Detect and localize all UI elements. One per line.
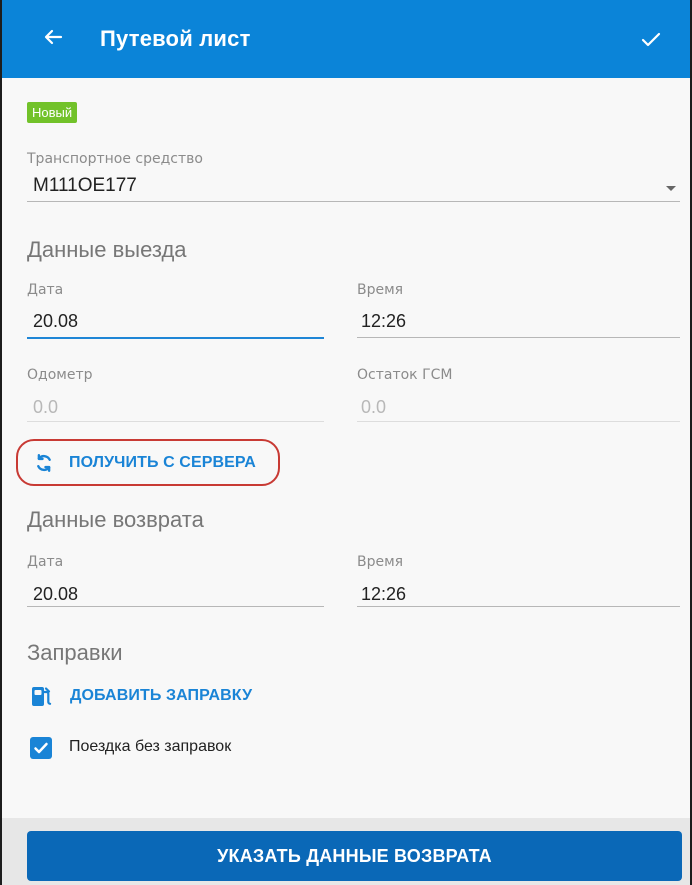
departure-date-label: Дата: [27, 282, 64, 298]
app-bar: Путевой лист: [2, 0, 690, 78]
return-date-label: Дата: [27, 554, 64, 570]
status-badge: Новый: [27, 102, 78, 123]
departure-time-label: Время: [357, 282, 404, 298]
chevron-down-icon: [666, 186, 676, 191]
vehicle-underline: [27, 201, 680, 202]
fetch-from-server-label: ПОЛУЧИТЬ С СЕРВЕРА: [69, 454, 256, 471]
departure-section-title: Данные выезда: [27, 237, 187, 262]
return-time-value: 12:26: [361, 584, 407, 604]
departure-time-value: 12:26: [361, 311, 407, 331]
vehicle-label: Транспортное средство: [27, 151, 203, 167]
specify-return-data-button[interactable]: УКАЗАТЬ ДАННЫЕ ВОЗВРАТА: [27, 831, 682, 881]
odometer-value: 0.0: [33, 397, 59, 417]
fuel-balance-label: Остаток ГСМ: [357, 367, 453, 383]
refuels-section-title: Заправки: [27, 640, 123, 665]
waybill-screen: Путевой лист Новый Транспортное средство…: [0, 0, 692, 885]
vehicle-value: М111ОЕ177: [33, 175, 137, 196]
odometer-underline: [27, 421, 324, 422]
fuel-pump-icon: [32, 687, 52, 706]
odometer-label: Одометр: [27, 367, 93, 383]
departure-date-underline: [27, 337, 324, 339]
no-refuel-label: Поездка без заправок: [69, 738, 232, 755]
return-date-value: 20.08: [33, 584, 79, 604]
save-button[interactable]: [634, 22, 668, 56]
page-title: Путевой лист: [100, 26, 251, 51]
add-refuel-button[interactable]: ДОБАВИТЬ ЗАПРАВКУ: [30, 684, 252, 708]
departure-date-value: 20.08: [33, 311, 79, 331]
back-arrow-icon: [44, 29, 63, 45]
fuel-balance-value: 0.0: [361, 397, 387, 417]
return-time-label: Время: [357, 554, 404, 570]
return-date-underline: [27, 606, 324, 607]
fuel-balance-underline: [357, 421, 680, 422]
checkbox-checked-icon: [34, 742, 48, 754]
no-refuel-checkbox[interactable]: [30, 737, 52, 759]
refresh-icon: [37, 454, 51, 472]
return-section-title: Данные возврата: [27, 507, 204, 532]
departure-time-underline: [357, 337, 680, 338]
vehicle-dropdown[interactable]: Транспортное средство М111ОЕ177: [27, 145, 680, 203]
add-refuel-label: ДОБАВИТЬ ЗАПРАВКУ: [70, 687, 253, 704]
return-time-underline: [357, 606, 680, 607]
back-button[interactable]: [36, 20, 70, 54]
fetch-from-server-button[interactable]: ПОЛУЧИТЬ С СЕРВЕРА: [33, 452, 256, 474]
checkmark-icon: [641, 32, 661, 47]
